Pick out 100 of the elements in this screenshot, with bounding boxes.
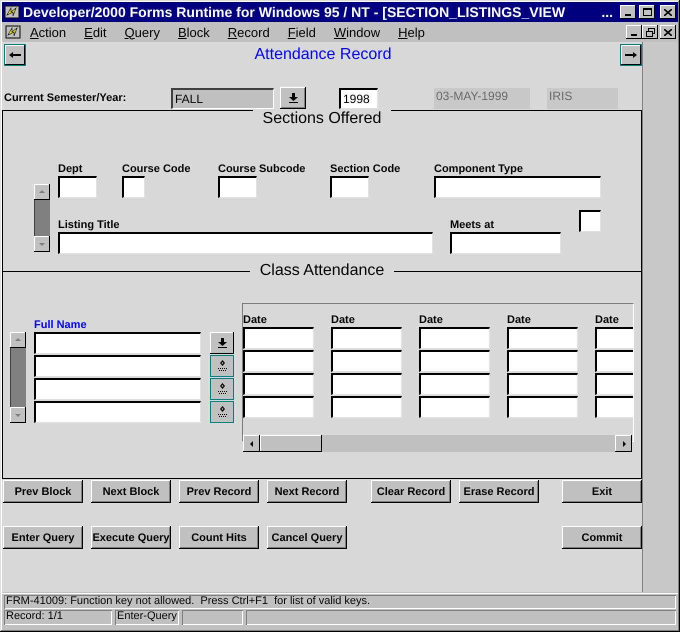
- close-button[interactable]: [660, 5, 676, 19]
- list-button[interactable]: [280, 87, 306, 109]
- date-field[interactable]: [419, 396, 490, 418]
- action-button[interactable]: Execute Query: [91, 526, 171, 549]
- down-arrow-icon: [218, 338, 226, 348]
- vertical-scrollbar[interactable]: [10, 332, 26, 423]
- field-label: Listing Title: [58, 219, 121, 231]
- menu-item[interactable]: Field: [288, 24, 316, 40]
- date-field[interactable]: [507, 327, 578, 349]
- date-field[interactable]: [243, 373, 314, 395]
- text-field[interactable]: [330, 176, 369, 198]
- date-field[interactable]: [507, 396, 578, 418]
- name-field[interactable]: [34, 378, 201, 400]
- row-button[interactable]: [210, 355, 234, 377]
- dropdown-field[interactable]: FALL: [171, 88, 274, 108]
- scroll-down-button[interactable]: [34, 236, 50, 252]
- field-label: Component Type: [434, 163, 524, 175]
- text-field[interactable]: [218, 176, 257, 198]
- record-marker-icon: [216, 383, 228, 395]
- status-pane: [182, 610, 243, 625]
- minimize-button[interactable]: [620, 5, 636, 19]
- left-arrow-icon: [9, 51, 21, 59]
- menu-item[interactable]: Record: [228, 24, 270, 40]
- date-field[interactable]: [331, 396, 402, 418]
- date-field[interactable]: [243, 396, 314, 418]
- date-field[interactable]: [243, 327, 314, 349]
- text-field[interactable]: [434, 176, 601, 198]
- menu-item[interactable]: Window: [334, 24, 380, 40]
- column-header: Date: [419, 314, 444, 326]
- scroll-down-button[interactable]: [10, 407, 26, 423]
- column-header: Date: [507, 314, 532, 326]
- action-button[interactable]: Next Block: [91, 480, 171, 503]
- action-button[interactable]: Next Record: [267, 480, 347, 503]
- date-field[interactable]: [507, 373, 578, 395]
- status-message: FRM-41009: Function key not allowed. Press Ctrl+F1 for list of valid keys.: [4, 595, 676, 609]
- action-button[interactable]: Count Hits: [179, 526, 259, 549]
- previous-button[interactable]: [4, 44, 26, 66]
- minimize-button[interactable]: [626, 25, 642, 39]
- close-button[interactable]: [660, 25, 676, 39]
- name-field[interactable]: [34, 401, 201, 423]
- display-field: 03-MAY-1999: [434, 88, 530, 108]
- menu-item[interactable]: Edit: [84, 24, 107, 40]
- date-field[interactable]: [243, 350, 314, 372]
- scroll-up-button[interactable]: [10, 332, 26, 348]
- record-indicator: Record: 1/1: [4, 610, 112, 625]
- mode-indicator: Enter-Query: [115, 610, 179, 625]
- field-label: Current Semester/Year:: [4, 92, 128, 104]
- scroll-thumb[interactable]: [10, 348, 26, 407]
- scroll-thumb[interactable]: [260, 435, 322, 452]
- action-button[interactable]: Erase Record: [459, 480, 539, 503]
- action-button[interactable]: Exit: [562, 480, 642, 503]
- horizontal-scrollbar[interactable]: [243, 435, 632, 452]
- date-field[interactable]: [331, 327, 402, 349]
- menu-item[interactable]: Help: [398, 24, 425, 40]
- app-icon: [4, 24, 22, 40]
- row-button[interactable]: [210, 401, 234, 423]
- text-field[interactable]: [58, 232, 433, 254]
- date-field[interactable]: [331, 373, 402, 395]
- action-button[interactable]: Enter Query: [3, 526, 83, 549]
- column-header: Date: [595, 314, 620, 326]
- date-field[interactable]: [419, 350, 490, 372]
- maximize-button[interactable]: [639, 5, 655, 19]
- close-icon: [664, 8, 672, 16]
- list-button[interactable]: [210, 332, 234, 354]
- field-label: Section Code: [330, 163, 402, 175]
- column-header: Date: [331, 314, 356, 326]
- action-button[interactable]: Clear Record: [371, 480, 451, 503]
- date-field[interactable]: [419, 373, 490, 395]
- action-button[interactable]: Prev Block: [3, 480, 83, 503]
- name-field[interactable]: [34, 332, 201, 354]
- row-button[interactable]: [210, 378, 234, 400]
- menu-item[interactable]: Block: [178, 24, 210, 40]
- menu-item[interactable]: Action: [30, 24, 66, 40]
- text-field[interactable]: 1998: [339, 88, 378, 108]
- column-header: Full Name: [34, 319, 88, 331]
- text-field[interactable]: [122, 176, 145, 198]
- date-field[interactable]: [507, 350, 578, 372]
- scroll-thumb[interactable]: [34, 200, 50, 236]
- date-field[interactable]: [331, 350, 402, 372]
- down-arrow-icon: [288, 93, 298, 103]
- record-marker-icon: [216, 360, 228, 372]
- date-field[interactable]: [419, 327, 490, 349]
- window-title: Developer/2000 Forms Runtime for Windows 95 / NT - [SECTION_LISTINGS_VIEW: [23, 4, 566, 20]
- action-button[interactable]: Commit: [562, 526, 642, 549]
- restore-button[interactable]: [642, 25, 658, 39]
- scroll-right-button[interactable]: [615, 435, 632, 452]
- scroll-up-button[interactable]: [34, 184, 50, 200]
- menu-item[interactable]: Query: [124, 24, 160, 40]
- next-button[interactable]: [620, 44, 642, 66]
- checkbox-field[interactable]: [579, 210, 601, 232]
- text-field[interactable]: [450, 232, 561, 254]
- action-button[interactable]: Prev Record: [179, 480, 259, 503]
- column-header: Date: [243, 314, 268, 326]
- vertical-scrollbar[interactable]: [34, 184, 50, 252]
- action-button[interactable]: Cancel Query: [267, 526, 347, 549]
- restore-icon: [646, 28, 654, 36]
- maximize-icon: [642, 8, 652, 16]
- scroll-left-button[interactable]: [243, 435, 260, 452]
- name-field[interactable]: [34, 355, 201, 377]
- text-field[interactable]: [58, 176, 97, 198]
